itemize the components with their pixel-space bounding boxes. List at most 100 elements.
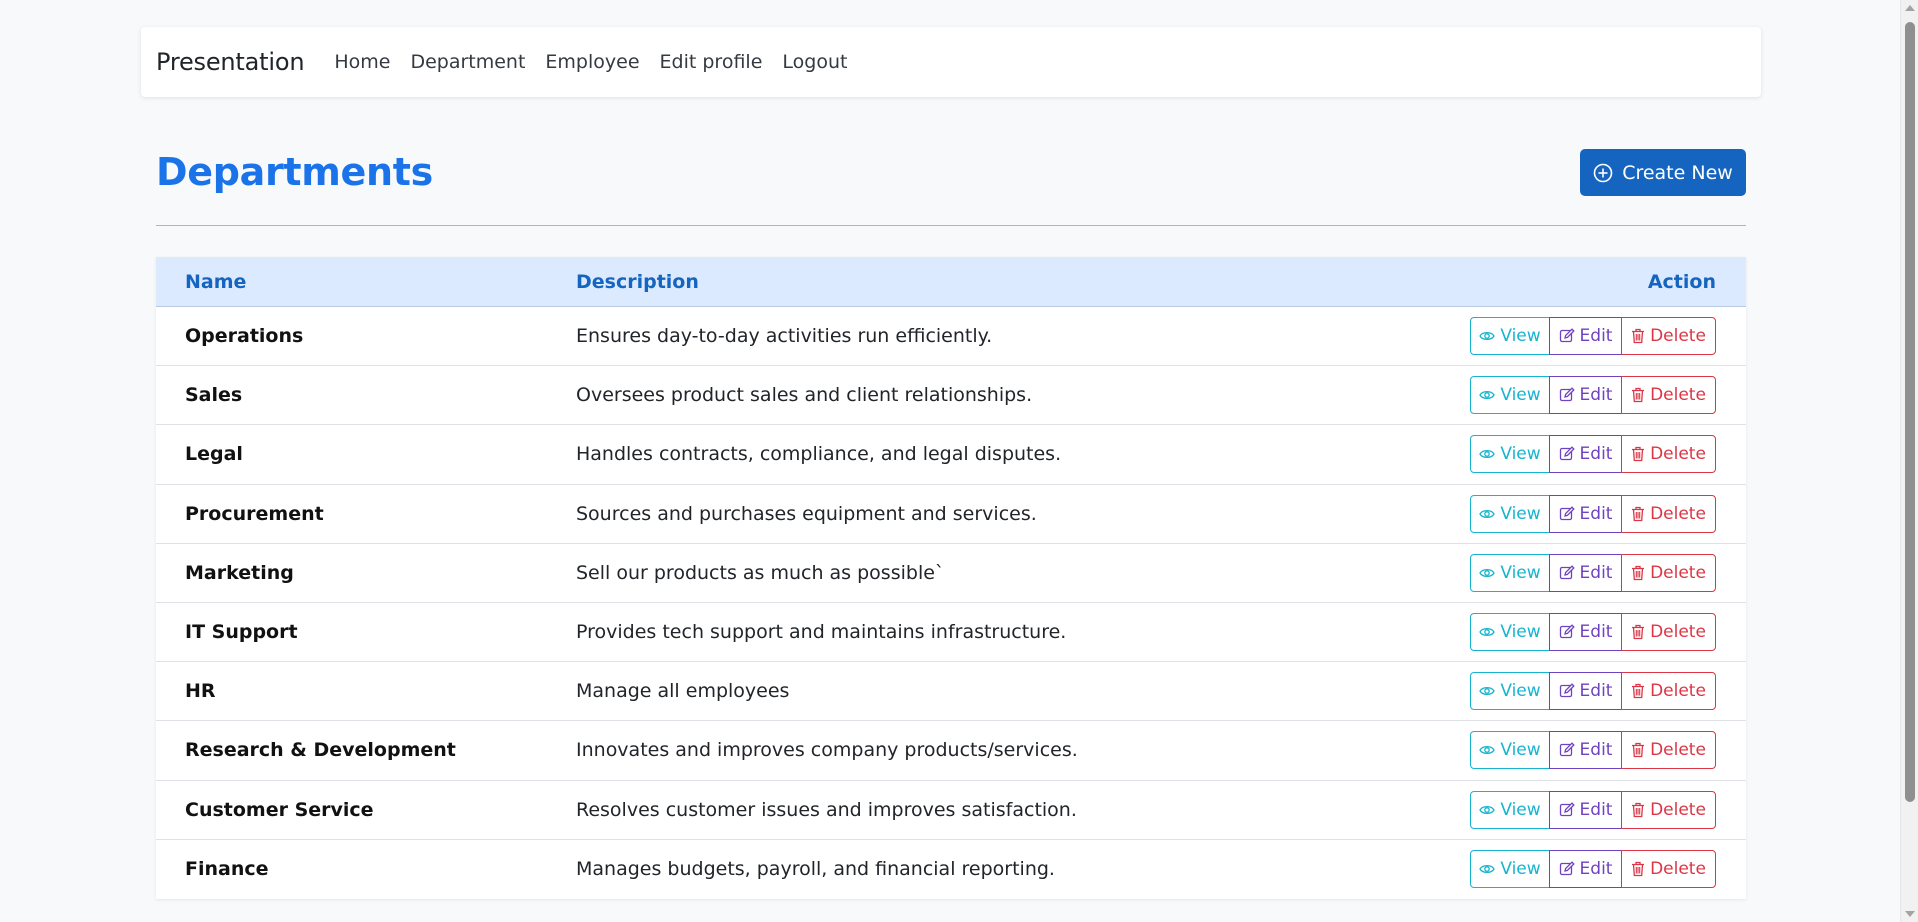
delete-button[interactable]: Delete [1621,613,1716,652]
department-name: Legal [185,443,243,466]
nav-link-edit-profile[interactable]: Edit profile [660,51,763,73]
edit-icon [1559,683,1575,698]
row-actions: View Edit Delete [1470,376,1716,415]
view-button[interactable]: View [1470,494,1550,533]
trash-icon [1632,624,1645,640]
eye-icon [1479,865,1496,874]
navbar-brand[interactable]: Presentation [156,48,305,76]
view-button[interactable]: View [1470,731,1550,770]
view-label: View [1500,385,1541,406]
view-button[interactable]: View [1470,317,1550,356]
eye-icon [1479,687,1496,696]
view-button[interactable]: View [1470,376,1550,415]
department-name: IT Support [185,621,298,644]
view-button[interactable]: View [1470,790,1550,829]
edit-button[interactable]: Edit [1549,435,1622,474]
edit-icon [1559,565,1575,579]
scroll-up-arrow[interactable] [1905,5,1915,11]
trash-icon [1632,684,1645,699]
edit-button[interactable]: Edit [1549,731,1622,770]
edit-label: Edit [1579,859,1613,880]
department-name: Research & Development [185,739,456,762]
edit-icon [1559,328,1575,343]
department-description: Manages budgets, payroll, and financial … [576,858,1055,881]
edit-button[interactable]: Edit [1549,613,1622,652]
delete-label: Delete [1650,385,1706,406]
view-button[interactable]: View [1470,850,1550,889]
header-name[interactable]: Name [185,271,246,293]
row-actions: View Edit Delete [1470,435,1716,474]
table-row: IT Support Provides tech support and mai… [156,603,1746,663]
delete-button[interactable]: Delete [1621,317,1716,356]
delete-label: Delete [1650,681,1706,702]
eye-icon [1479,450,1496,459]
divider [156,225,1746,226]
eye-icon [1479,391,1496,400]
edit-button[interactable]: Edit [1549,553,1622,592]
eye-icon [1479,746,1496,755]
delete-button[interactable]: Delete [1621,731,1716,770]
department-name: Finance [185,858,269,881]
scroll-down-arrow[interactable] [1905,911,1915,917]
view-label: View [1500,859,1541,880]
view-label: View [1500,444,1541,465]
delete-button[interactable]: Delete [1621,435,1716,474]
department-description: Provides tech support and maintains infr… [576,621,1067,644]
nav-link-employee[interactable]: Employee [545,51,639,73]
departments-table: Name Description Action Operations Ensur… [156,257,1746,899]
edit-button[interactable]: Edit [1549,317,1622,356]
trash-icon [1632,447,1645,462]
scrollbar[interactable] [1900,0,1918,922]
delete-button[interactable]: Delete [1621,376,1716,415]
delete-label: Delete [1650,799,1706,820]
delete-button[interactable]: Delete [1621,790,1716,829]
view-button[interactable]: View [1470,435,1550,474]
edit-button[interactable]: Edit [1549,672,1622,711]
department-description: Sources and purchases equipment and serv… [576,502,1037,525]
view-button[interactable]: View [1470,613,1550,652]
department-description: Manage all employees [576,680,790,703]
edit-label: Edit [1579,444,1613,465]
delete-button[interactable]: Delete [1621,494,1716,533]
view-button[interactable]: View [1470,672,1550,711]
view-label: View [1500,740,1541,761]
row-actions: View Edit Delete [1470,553,1716,592]
row-actions: View Edit Delete [1470,672,1716,711]
edit-button[interactable]: Edit [1549,790,1622,829]
row-actions: View Edit Delete [1470,850,1716,889]
delete-button[interactable]: Delete [1621,672,1716,711]
view-button[interactable]: View [1470,553,1550,592]
nav-link-home[interactable]: Home [334,51,390,73]
header-description[interactable]: Description [576,271,699,293]
department-name: Customer Service [185,798,374,821]
department-name: Operations [185,325,304,348]
table-body: Operations Ensures day-to-day activities… [156,307,1746,899]
edit-button[interactable]: Edit [1549,376,1622,415]
edit-label: Edit [1579,385,1613,406]
edit-icon [1559,861,1575,876]
nav-link-logout[interactable]: Logout [782,51,847,73]
table-header: Name Description Action [156,257,1746,307]
eye-icon [1479,509,1496,518]
edit-icon [1559,624,1575,639]
header-action: Action [1647,270,1716,293]
department-description: Innovates and improves company products/… [576,739,1078,762]
department-description: Resolves customer issues and improves sa… [576,798,1077,821]
edit-icon [1559,742,1575,757]
delete-button[interactable]: Delete [1621,553,1716,592]
create-new-button[interactable]: Create New [1580,149,1746,196]
edit-button[interactable]: Edit [1549,494,1622,533]
department-name: Marketing [185,561,294,584]
department-description: Handles contracts, compliance, and legal… [576,443,1062,466]
scrollbar-thumb[interactable] [1905,22,1915,802]
edit-label: Edit [1579,562,1613,583]
table-row: HR Manage all employees View Edit Delete [156,662,1746,722]
view-label: View [1500,622,1541,643]
edit-icon [1559,446,1575,461]
delete-label: Delete [1650,740,1706,761]
edit-button[interactable]: Edit [1549,850,1622,889]
nav-link-department[interactable]: Department [410,51,525,73]
row-actions: View Edit Delete [1470,494,1716,533]
eye-icon [1479,628,1496,637]
delete-button[interactable]: Delete [1621,850,1716,889]
